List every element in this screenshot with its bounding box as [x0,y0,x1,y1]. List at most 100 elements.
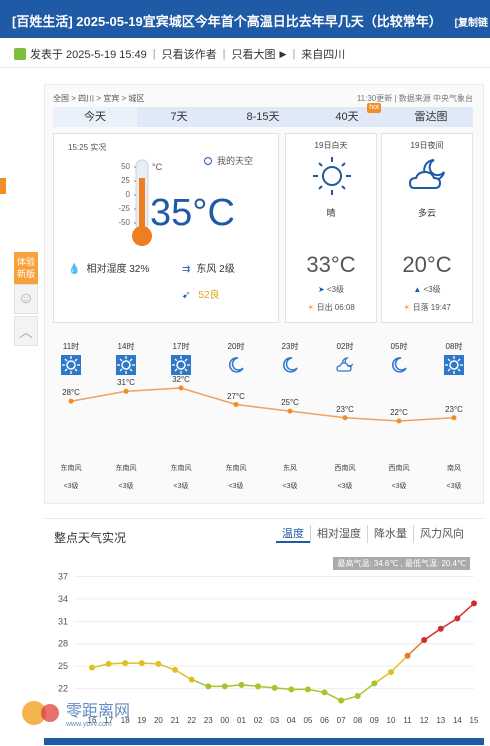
sunset: ☀ 日落 19:47 [403,303,451,312]
hour-wind-dir: 东南风 [115,465,137,472]
triangle-right-icon: ▶ [279,48,287,59]
watermark-text: 零距离网 [66,702,130,720]
temp-point [321,689,328,696]
hot-badge: hot [367,103,381,113]
weather-card: 全国 > 四川 > 宜宾 > 城区 11:30更新 | 数据来源 中央气象台 今… [44,84,484,504]
y-tick-label: 31 [58,616,68,626]
cloud-moon-icon [335,355,355,375]
footer-strip [44,738,484,745]
temp-point [188,676,195,683]
temp-line-segment [456,602,475,619]
hourly-forecast: 11时 28°C 东南风 <3级 14时 31°C 东南风 <3级 17时 32°C 东南风 <3级 2… [45,341,485,501]
x-tick-label: 09 [370,716,379,725]
temp-point [454,615,461,622]
hourly-temp-point [233,402,239,407]
daytime-forecast: 19日白天 晴 33°C ➤ <3级 ☀ 日出 06:08 [285,133,377,323]
hour-wind-level: <3级 [173,483,189,490]
temp-point [255,683,262,690]
smile-icon[interactable]: ☺ [14,284,38,314]
sunrise: ☀ 日出 06:08 [307,303,355,312]
temp-point [288,686,295,693]
x-tick-label: 01 [237,716,246,725]
x-tick-label: 00 [220,716,229,725]
x-tick-label: 23 [204,716,213,725]
tab-today[interactable]: 今天 [53,107,137,127]
current-temperature: 35°C [150,192,235,234]
hour-temp: 25°C [281,398,299,408]
hourly-temp-point [287,408,293,414]
hour-wind-level: <3级 [446,483,462,490]
day-title: 19日白天 [314,141,348,150]
hour-temp: 27°C [227,391,245,401]
new-version-button[interactable]: 体验新版 [14,252,38,284]
back-to-top-icon[interactable]: ︿ [14,316,38,346]
air-quality[interactable]: ➹ 52良 [182,286,220,301]
day-desc: 晴 [326,208,336,218]
hour-temp: 23°C [336,404,354,414]
x-tick-label: 22 [187,716,196,725]
temp-point [205,683,212,690]
hourly-temp-point [123,388,129,394]
temp-point [89,664,95,671]
temp-point [172,666,179,673]
droplet-icon: 💧 [68,264,81,275]
temp-point [387,669,394,676]
wind-arrow-icon: ➤ [317,285,325,294]
hourly-temp-point [342,415,348,421]
only-author-link[interactable]: 只看该作者 [162,46,217,62]
tab-radar[interactable]: 雷达图 [389,107,473,127]
temp-point [338,697,345,704]
hour-wind-level: <3级 [228,483,244,490]
x-tick-label: 14 [453,716,462,725]
temp-line-segment [407,639,425,657]
wind: ⇉ 东风 2级 [182,264,235,275]
tab-40days[interactable]: 40天 hot [305,103,389,127]
hour-label: 08时 [445,342,463,351]
y-tick-label: 25 [58,661,68,671]
moon-icon [226,355,246,375]
breadcrumb[interactable]: 全国 > 四川 > 宜宾 > 城区 [53,93,144,104]
sun-icon [313,157,351,195]
night-temp: 20°C [402,252,452,277]
hour-label: 02时 [336,342,354,351]
x-tick-label: 13 [436,716,445,725]
hour-label: 11时 [62,342,80,351]
hour-label: 17时 [172,342,190,351]
x-tick-label: 05 [303,716,312,725]
x-tick-label: 20 [154,716,163,725]
night-desc: 多云 [417,208,436,218]
hour-label: 14时 [117,342,135,351]
hourly-temp-point [178,385,184,391]
temp-point [238,681,245,688]
y-tick-label: 34 [58,594,68,604]
x-tick-label: 03 [270,716,279,725]
hourly-temp-line [68,385,457,424]
y-tick-label: 28 [58,639,68,649]
hour-wind-level: <3级 [118,483,134,490]
temp-line-segment [373,671,392,684]
tab-8-15days[interactable]: 8-15天 [221,107,305,127]
x-tick-label: 02 [254,716,263,725]
only-images-link[interactable]: 只看大图 [232,46,276,62]
wind-icon: ⇉ [182,264,191,275]
tab-7days[interactable]: 7天 [137,107,221,127]
hour-wind-dir: 西南风 [388,465,410,472]
temp-line-segment [423,628,442,641]
x-tick-label: 11 [403,716,412,725]
copy-link-button[interactable]: [复制链 [455,14,488,29]
my-sky-link[interactable]: 我的天空 [204,154,253,167]
night-title: 19日夜间 [410,141,444,150]
temp-point [404,652,411,659]
temp-point [271,684,278,691]
hour-wind-dir: 东风 [283,465,297,472]
y-tick-label: 22 [58,684,68,694]
hour-wind-level: <3级 [282,483,298,490]
cloudy-night-icon [408,159,445,189]
post-status-icon [14,48,26,60]
hour-label: 20时 [227,342,245,351]
temp-point [354,693,361,700]
hour-temp: 22°C [390,408,408,417]
hour-wind-dir: 东南风 [60,465,82,472]
hour-wind-level: <3级 [391,483,407,490]
day-temp: 33°C [306,252,356,277]
